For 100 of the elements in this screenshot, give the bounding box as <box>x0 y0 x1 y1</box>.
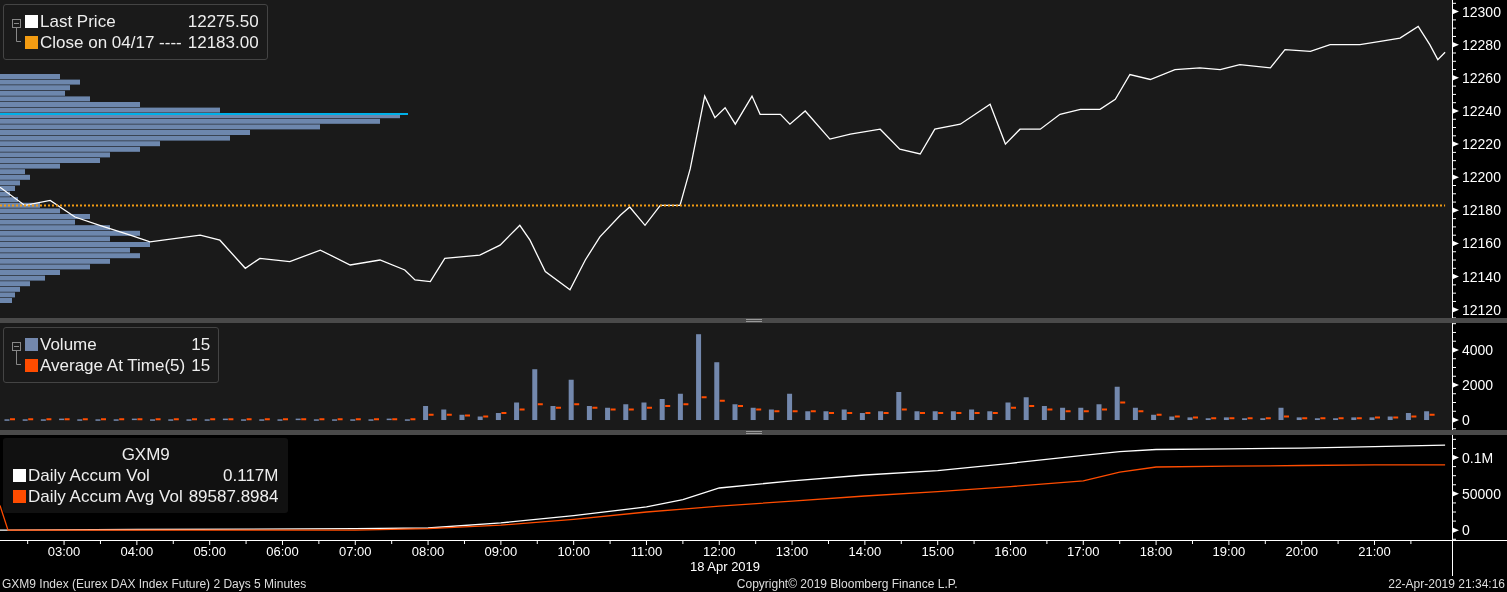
legend-label: Last Price <box>40 11 116 32</box>
axis-label: 17:00 <box>1067 544 1100 559</box>
axis-label: 21:00 <box>1358 544 1391 559</box>
axis-label: 12280 <box>1462 36 1501 53</box>
axis-label: 0 <box>1462 412 1470 428</box>
axis-label: 15:00 <box>921 544 954 559</box>
legend-value: 12183.00 <box>187 32 259 53</box>
legend-label: Daily Accum Avg Vol <box>28 486 183 507</box>
volume-bar <box>532 369 538 420</box>
volume-bar <box>659 399 665 420</box>
volume-bar <box>550 406 556 420</box>
axis-label: 06:00 <box>266 544 299 559</box>
volume-bar <box>932 411 938 420</box>
axis-label: 16:00 <box>994 544 1027 559</box>
legend-value: 12275.50 <box>187 11 259 32</box>
volume-bar <box>805 411 811 420</box>
volume-bar <box>1132 407 1138 420</box>
volume-bar <box>514 402 520 420</box>
date-label: 18 Apr 2019 <box>689 559 761 574</box>
legend-value: 15 <box>191 355 211 376</box>
volume-bar <box>568 379 574 420</box>
volume-bar <box>732 404 738 420</box>
volume-bar <box>1369 417 1375 420</box>
volume-bar <box>1223 417 1229 420</box>
timestamp: 22-Apr-2019 21:34:16 <box>1388 576 1505 592</box>
axis-label: 4000 <box>1462 341 1494 358</box>
volume-bar <box>1114 386 1120 420</box>
volume-bar <box>823 411 829 420</box>
axis-label: 12:00 <box>703 544 736 559</box>
volume-bar <box>950 411 956 420</box>
volume-bar <box>459 414 465 420</box>
axis-label: 20:00 <box>1285 544 1318 559</box>
axis-label: 09:00 <box>484 544 518 559</box>
axis-label: 14:00 <box>848 544 882 559</box>
volume-bar <box>1424 411 1430 420</box>
axis-label: 12220 <box>1462 136 1501 153</box>
axis-label: 19:00 <box>1212 544 1246 559</box>
volume-bar <box>1387 416 1393 420</box>
axis-label: 0.1M <box>1462 449 1494 466</box>
volume-bar <box>295 418 301 421</box>
volume-bar <box>1151 414 1157 420</box>
volume-bar <box>1078 407 1084 420</box>
legend-title: GXM9 <box>120 444 171 465</box>
volume-bar <box>1005 402 1011 420</box>
volume-bar <box>1096 404 1102 420</box>
legend-label: Close on 04/17 ---- <box>40 32 182 53</box>
volume-bar <box>1060 407 1066 420</box>
legend-label: Volume <box>40 334 97 355</box>
volume-bar <box>859 413 865 420</box>
axis-label: 0 <box>1462 522 1470 539</box>
legend-value: 0.117M <box>222 465 279 486</box>
legend-value: 89587.8984 <box>188 486 279 507</box>
axis-label: 12200 <box>1462 169 1501 186</box>
volume-bar <box>1296 417 1302 420</box>
axis-label: 03:00 <box>47 544 81 559</box>
axis-label: 12260 <box>1462 69 1501 86</box>
axis-label: 12160 <box>1462 235 1501 252</box>
volume-bar <box>1351 417 1357 420</box>
axis-label: 07:00 <box>339 544 372 559</box>
axis-label: 13:00 <box>775 544 809 559</box>
copyright-text: Copyright© 2019 Bloomberg Finance L.P. <box>736 576 958 592</box>
volume-bar <box>1023 397 1029 420</box>
volume-bar <box>787 393 793 420</box>
axis-label: 12180 <box>1462 202 1501 219</box>
volume-bar <box>896 392 902 420</box>
resize-handle[interactable] <box>745 431 762 434</box>
volume-bar <box>131 418 137 421</box>
axis-label: 12120 <box>1462 301 1501 318</box>
volume-bar <box>477 416 483 420</box>
volume-bar <box>969 409 975 420</box>
volume-bar <box>586 406 592 420</box>
volume-bar <box>423 406 429 420</box>
volume-bar <box>59 418 65 421</box>
volume-bar <box>768 409 774 420</box>
axis-label: 2000 <box>1462 377 1494 393</box>
volume-bar <box>750 407 756 420</box>
axis-label: 11:00 <box>630 544 663 559</box>
volume-bar <box>677 393 683 420</box>
legend-value: 15 <box>191 334 211 355</box>
axis-label: 05:00 <box>193 544 226 559</box>
volume-bar <box>1169 416 1175 420</box>
volume-bar <box>386 418 392 421</box>
axis-label: 12300 <box>1462 3 1501 20</box>
volume-bar <box>1187 417 1193 420</box>
axis-label: 10:00 <box>557 544 590 559</box>
axis-label: 12140 <box>1462 268 1501 285</box>
volume-bar <box>605 407 611 420</box>
resize-handle[interactable] <box>745 319 762 322</box>
legend-label: Daily Accum Vol <box>28 465 150 486</box>
volume-bar <box>623 404 629 420</box>
chart-description: GXM9 Index (Eurex DAX Index Future) 2 Days 5 Minutes <box>2 576 307 592</box>
volume-bar <box>841 409 847 420</box>
volume-bar <box>914 411 920 420</box>
volume-bar <box>1041 406 1047 420</box>
axis-label: 08:00 <box>411 544 445 559</box>
volume-bar <box>1405 413 1411 420</box>
axis-label: 04:00 <box>120 544 154 559</box>
volume-bar <box>641 402 647 420</box>
volume-bar <box>714 362 720 420</box>
volume-bar <box>441 409 447 420</box>
